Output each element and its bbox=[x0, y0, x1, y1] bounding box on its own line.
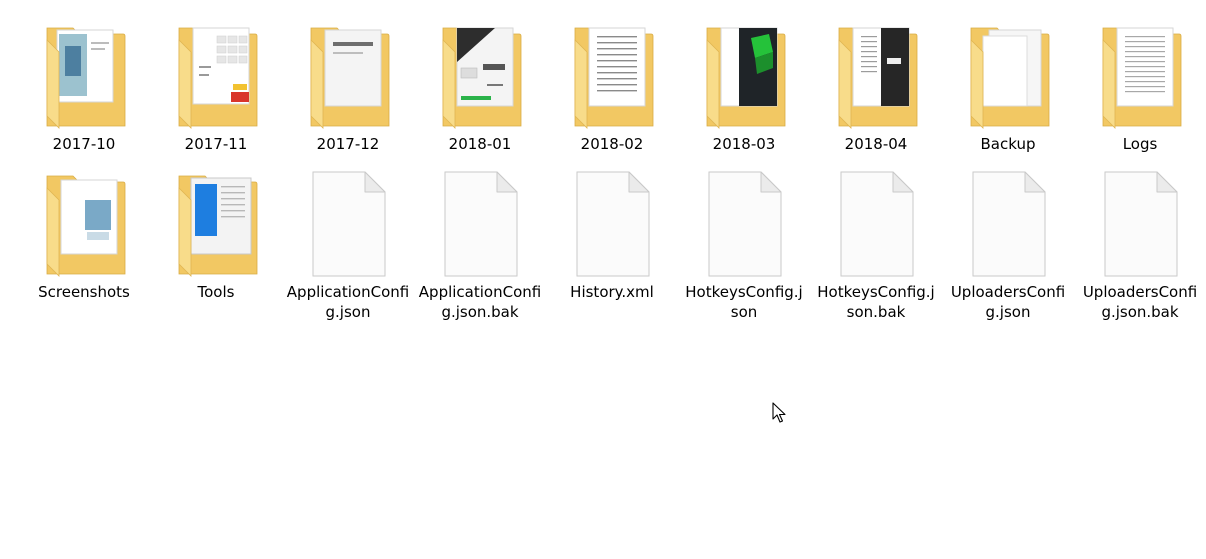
file-item[interactable]: UploadersConfig.json bbox=[942, 168, 1074, 321]
file-icon bbox=[699, 170, 789, 278]
folder-item[interactable]: 2018-01 bbox=[414, 20, 546, 168]
file-icon bbox=[303, 170, 393, 278]
folder-item[interactable]: Tools bbox=[150, 168, 282, 316]
folder-item[interactable]: 2017-12 bbox=[282, 20, 414, 168]
folder-icon bbox=[1095, 22, 1185, 130]
folder-item[interactable]: Logs bbox=[1074, 20, 1206, 168]
folder-icon bbox=[171, 22, 261, 130]
file-icon bbox=[435, 170, 525, 278]
folder-item[interactable]: 2018-04 bbox=[810, 20, 942, 168]
folder-item[interactable]: 2017-10 bbox=[18, 20, 150, 168]
file-item[interactable]: HotkeysConfig.json.bak bbox=[810, 168, 942, 321]
folder-icon bbox=[39, 22, 129, 130]
folder-item[interactable]: Backup bbox=[942, 20, 1074, 168]
item-label: Backup bbox=[980, 135, 1036, 153]
item-label: ApplicationConfig.json.bak bbox=[418, 283, 542, 321]
folder-icon bbox=[831, 22, 921, 130]
file-icon bbox=[831, 170, 921, 278]
folder-item[interactable]: 2018-02 bbox=[546, 20, 678, 168]
item-label: 2018-02 bbox=[580, 135, 644, 153]
folder-icon bbox=[567, 22, 657, 130]
folder-icon bbox=[39, 170, 129, 278]
item-label: UploadersConfig.json.bak bbox=[1082, 283, 1198, 321]
item-label: UploadersConfig.json bbox=[950, 283, 1066, 321]
file-item[interactable]: HotkeysConfig.json bbox=[678, 168, 810, 321]
file-item[interactable]: ApplicationConfig.json.bak bbox=[414, 168, 546, 321]
folder-item[interactable]: 2017-11 bbox=[150, 20, 282, 168]
folder-icon bbox=[303, 22, 393, 130]
item-label: 2018-01 bbox=[448, 135, 512, 153]
item-label: 2017-12 bbox=[316, 135, 380, 153]
item-label: Tools bbox=[197, 283, 235, 301]
folder-icon bbox=[963, 22, 1053, 130]
file-icon bbox=[567, 170, 657, 278]
item-label: Screenshots bbox=[38, 283, 130, 301]
file-icon bbox=[1095, 170, 1185, 278]
file-item[interactable]: History.xml bbox=[546, 168, 678, 316]
file-item[interactable]: ApplicationConfig.json bbox=[282, 168, 414, 321]
file-item[interactable]: UploadersConfig.json.bak bbox=[1074, 168, 1206, 321]
folder-item[interactable]: 2018-03 bbox=[678, 20, 810, 168]
item-label: 2018-03 bbox=[712, 135, 776, 153]
item-label: HotkeysConfig.json.bak bbox=[817, 283, 935, 321]
item-label: 2018-04 bbox=[844, 135, 908, 153]
folder-icon bbox=[171, 170, 261, 278]
file-explorer-view[interactable]: 2017-10 2017-11 2017-12 2018-01 2018-02 … bbox=[0, 0, 1206, 559]
folder-item[interactable]: Screenshots bbox=[18, 168, 150, 316]
item-label: History.xml bbox=[570, 283, 654, 301]
item-label: ApplicationConfig.json bbox=[286, 283, 410, 321]
mouse-cursor-icon bbox=[772, 402, 786, 423]
item-label: Logs bbox=[1122, 135, 1158, 153]
item-grid: 2017-10 2017-11 2017-12 2018-01 2018-02 … bbox=[18, 20, 1206, 321]
item-label: 2017-10 bbox=[52, 135, 116, 153]
folder-icon bbox=[699, 22, 789, 130]
item-label: HotkeysConfig.json bbox=[685, 283, 803, 321]
file-icon bbox=[963, 170, 1053, 278]
folder-icon bbox=[435, 22, 525, 130]
item-label: 2017-11 bbox=[184, 135, 248, 153]
